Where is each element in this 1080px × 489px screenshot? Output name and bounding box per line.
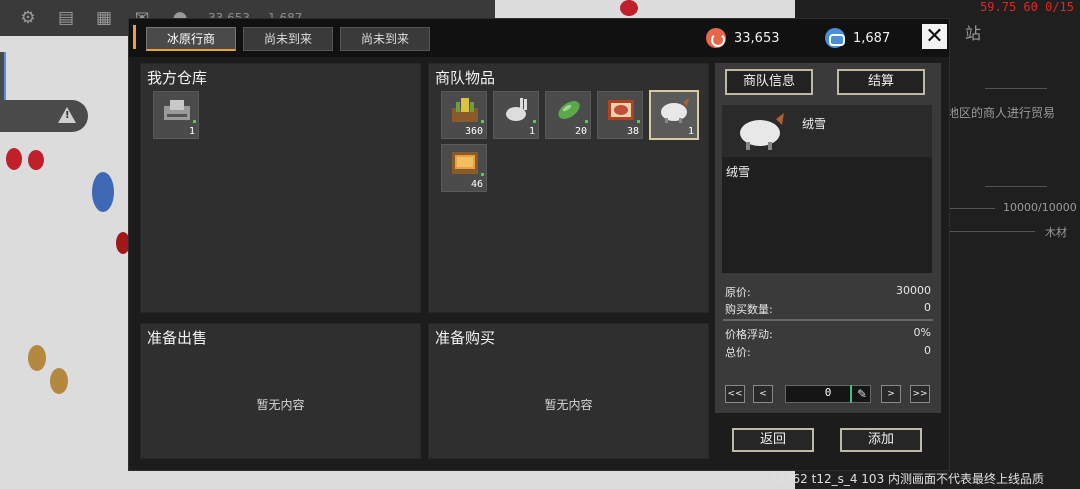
fluffy-beast-icon (736, 111, 788, 151)
original-price-value: 30000 (896, 284, 931, 297)
rp-value: 10000/10000 (1003, 201, 1077, 214)
status-dot (533, 120, 536, 123)
pencil-icon[interactable]: ✎ (850, 385, 872, 403)
status-dot (481, 173, 484, 176)
selected-item-name: 绒雪 (802, 117, 827, 131)
caravan-item-slot[interactable]: 360 (441, 91, 487, 139)
gem-icon (825, 28, 845, 48)
warehouse-item-slot[interactable]: 1 (153, 91, 199, 139)
qty-min-button[interactable]: << (725, 385, 745, 403)
qty-decrease-button[interactable]: < (753, 385, 773, 403)
flower-sprite (620, 0, 638, 16)
warehouse-panel: 我方仓库 1 (140, 63, 421, 313)
selected-item-card: 绒雪 绒雪 (722, 105, 932, 273)
buy-title: 准备购买 (435, 329, 496, 347)
item-qty: 1 (188, 126, 195, 137)
original-price-label: 原价: (725, 286, 751, 299)
machine-icon (162, 96, 192, 124)
total-label: 总价: (725, 346, 751, 359)
status-dot (481, 120, 484, 123)
status-dot (585, 120, 588, 123)
item-qty: 20 (574, 126, 587, 137)
gem-amount: 1,687 (853, 30, 891, 46)
settle-button[interactable]: 结算 (837, 69, 925, 95)
item-qty: 46 (470, 179, 483, 190)
blue-creature (92, 172, 114, 212)
tab-not-arrived-2[interactable]: 尚未到来 (340, 27, 430, 51)
status-dot (637, 120, 640, 123)
warning-pill[interactable] (0, 100, 88, 132)
close-icon[interactable]: ✕ (922, 24, 947, 49)
caravan-item-slot-selected[interactable]: 1 (649, 90, 699, 140)
fluffy-beast-icon (659, 96, 689, 124)
buy-panel: 准备购买 暂无内容 (428, 323, 709, 459)
back-button[interactable]: 返回 (732, 428, 814, 452)
caravan-panel: 商队物品 360 1 20 38 1 46 (428, 63, 709, 313)
corn-crate-icon (450, 96, 480, 124)
add-button[interactable]: 添加 (840, 428, 922, 452)
price-float-value: 0% (913, 326, 931, 339)
menu-icon[interactable]: ▦ (94, 8, 114, 28)
qty-increase-button[interactable]: > (881, 385, 901, 403)
chat-icon[interactable]: ▤ (56, 8, 76, 28)
price-float-label: 价格浮动: (725, 328, 773, 341)
caravan-info-button[interactable]: 商队信息 (725, 69, 813, 95)
qty-max-button[interactable]: >> (910, 385, 930, 403)
rp-title: 站 (965, 24, 982, 43)
divider (950, 231, 1035, 232)
item-qty: 38 (626, 126, 639, 137)
rp-label: 木材 (1045, 226, 1067, 239)
price-float-row: 价格浮动: 0% (725, 326, 931, 342)
coin-icon (706, 28, 726, 48)
buy-qty-value: 0 (924, 301, 931, 314)
caravan-item-slot[interactable]: 38 (597, 91, 643, 139)
coin-counter: 33,653 (706, 27, 780, 49)
sell-panel: 准备出售 暂无内容 (140, 323, 421, 459)
item-qty: 1 (528, 126, 535, 137)
tab-bar: 冰原行商 尚未到来 尚未到来 33,653 1,687 ✕ (129, 19, 949, 57)
brown-creature (28, 345, 46, 371)
green-pod-icon (554, 96, 584, 124)
total-value: 0 (924, 344, 931, 357)
total-row: 总价: 0 (725, 344, 931, 360)
gem-counter: 1,687 (825, 27, 890, 49)
caravan-item-slot[interactable]: 46 (441, 144, 487, 192)
warning-icon (58, 107, 76, 123)
build-info: 174762 t12_s_4 103 内测画面不代表最终上线品质 (762, 472, 1045, 486)
tab-not-arrived-1[interactable]: 尚未到来 (243, 27, 333, 51)
buy-qty-row: 购买数量: 0 (725, 301, 931, 317)
brown-creature (50, 368, 68, 394)
tab-ice-merchant[interactable]: 冰原行商 (146, 27, 236, 51)
caravan-title: 商队物品 (435, 69, 496, 87)
item-qty: 1 (687, 126, 694, 137)
red-creature (6, 148, 22, 170)
divider (985, 88, 1047, 89)
divider (950, 208, 995, 209)
tab-accent (133, 25, 136, 49)
bread-crate-icon (450, 149, 480, 177)
status-dot (193, 120, 196, 123)
buy-qty-label: 购买数量: (725, 303, 773, 316)
red-creature (28, 150, 44, 170)
rabbit-icon (502, 96, 532, 124)
meat-tray-icon (606, 96, 636, 124)
caravan-item-slot[interactable]: 1 (493, 91, 539, 139)
trade-dialog: 冰原行商 尚未到来 尚未到来 33,653 1,687 ✕ 我方仓库 1 商队物… (128, 18, 950, 471)
coin-amount: 33,653 (734, 30, 780, 46)
selected-item-header: 绒雪 (722, 105, 932, 157)
original-price-row: 原价: 30000 (725, 284, 931, 300)
sell-empty-text: 暂无内容 (256, 398, 305, 412)
divider (723, 319, 933, 321)
selected-item-desc: 绒雪 (726, 165, 751, 179)
buy-empty-text: 暂无内容 (544, 398, 593, 412)
caravan-item-slot[interactable]: 20 (545, 91, 591, 139)
item-qty: 360 (464, 126, 483, 137)
fps-counter: 59.75 60 0/15 (980, 0, 1074, 14)
gear-icon[interactable]: ⚙ (18, 8, 38, 28)
warehouse-title: 我方仓库 (147, 69, 208, 87)
sell-title: 准备出售 (147, 329, 208, 347)
rp-desc: 地区的商人进行贸易 (947, 106, 1056, 120)
item-info-panel: 商队信息 结算 绒雪 绒雪 原价: 30000 购买数量: 0 价格浮动: 0%… (715, 63, 941, 413)
divider (985, 186, 1047, 187)
